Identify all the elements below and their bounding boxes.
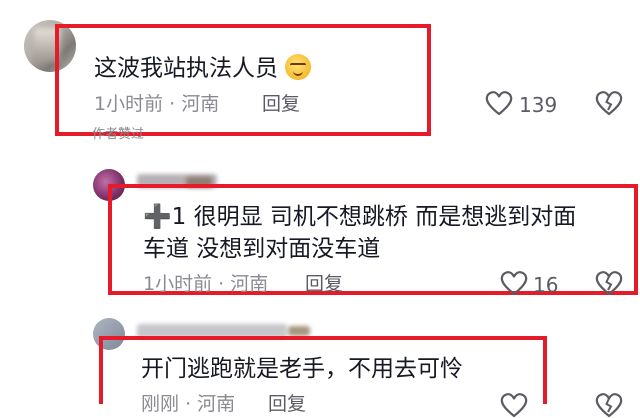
smirk-face-icon <box>285 54 312 80</box>
reply-button[interactable]: 回复 <box>305 275 343 294</box>
broken-heart-icon <box>595 393 623 418</box>
meta-separator: · <box>169 93 176 115</box>
comment-location: 河南 <box>181 93 220 115</box>
broken-heart-icon <box>595 271 623 296</box>
comment-meta: 1小时前 · 河南 <box>143 275 268 294</box>
reply-button[interactable]: 回复 <box>268 395 306 414</box>
like-count: 16 <box>533 273 559 297</box>
reply-button[interactable]: 回复 <box>262 95 300 114</box>
meta-separator: · <box>185 393 192 415</box>
dislike-button[interactable] <box>595 270 623 296</box>
comment-time: 刚刚 <box>141 393 180 415</box>
dislike-button[interactable] <box>595 392 623 418</box>
meta-separator: · <box>218 273 225 295</box>
comment-time: 1小时前 <box>143 273 213 295</box>
comment-location: 河南 <box>230 273 269 295</box>
redacted-username-tag <box>288 326 310 336</box>
comment-text: 这波我站执法人员 <box>94 54 312 82</box>
like-button[interactable] <box>485 90 513 116</box>
comment-meta: 刚刚 · 河南 <box>141 395 235 414</box>
author-liked-label: 作者赞过 <box>92 127 145 142</box>
like-button[interactable] <box>500 270 528 296</box>
broken-heart-icon <box>595 91 623 116</box>
heart-icon <box>485 91 513 116</box>
comment-text-line1: ➕1 很明显 司机不想跳桥 而是想逃到对面 <box>143 204 577 230</box>
dislike-button[interactable] <box>595 90 623 116</box>
comment-text: 开门逃跑就是老手，不用去可怜 <box>141 356 463 382</box>
like-button[interactable] <box>500 392 528 418</box>
comment-text-line2: 车道 没想到对面没车道 <box>143 236 381 262</box>
heart-icon <box>500 271 528 296</box>
comment-meta: 1小时前 · 河南 <box>94 95 219 114</box>
like-count: 139 <box>519 93 558 117</box>
comment-location: 河南 <box>197 393 236 415</box>
heart-icon <box>500 393 528 418</box>
comment-time: 1小时前 <box>94 93 164 115</box>
